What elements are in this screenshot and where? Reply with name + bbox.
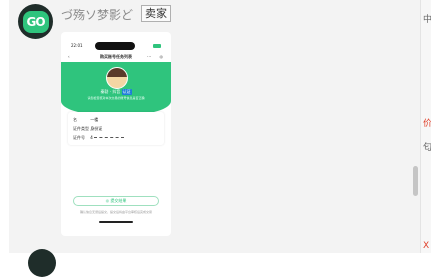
user-subtitle: 请您检查核对本次交易的账号信息是否正确 [87, 96, 145, 100]
message-image[interactable]: 22:01 ‹ 购买账号任务列表 ··· ◎ 秦勃 · 抖音 认证 请您检查核对… [61, 32, 171, 236]
right-panel-text: 匂 [423, 140, 431, 153]
user-avatar [106, 67, 128, 89]
sender-avatar[interactable]: GO [18, 4, 53, 39]
info-row: 证件类型 身份证 [73, 126, 159, 132]
avatar-logo-icon: GO [22, 10, 49, 33]
chat-area: GO づ殇ソ梦影ど 卖家 22:01 ‹ 购买账号任务列表 ··· ◎ 秦勃 ·… [9, 0, 420, 277]
avatar-hair [107, 68, 127, 77]
right-panel-text: X [423, 241, 430, 251]
info-card: 名 一楼 证件类型 身份证 证件号 4 [68, 112, 164, 145]
right-panel-text: 中 [423, 12, 431, 25]
next-message-avatar[interactable] [28, 249, 56, 277]
home-indicator [99, 221, 133, 223]
phone-nav-bar: ‹ 购买账号任务列表 ··· ◎ [61, 54, 171, 62]
sender-name: づ殇ソ梦影ど [61, 8, 134, 22]
info-label: 证件号 [73, 135, 85, 140]
status-time: 22:01 [71, 43, 83, 48]
info-row: 名 一楼 [73, 117, 159, 123]
info-value: 身份证 [90, 126, 103, 131]
submit-result-button: ◎ 提交结果 [73, 196, 159, 206]
submit-tip: 确认信息无误后提交，提交后将由平台审核后完成交易 [79, 210, 152, 214]
target-icon: ◎ [159, 54, 164, 59]
chat-scrollbar[interactable] [413, 166, 418, 196]
info-label: 名 [73, 117, 77, 122]
battery-icon [153, 44, 161, 48]
user-badge: 认证 [121, 89, 132, 95]
masked-id-number [94, 137, 125, 139]
phone-page-title: 购买账号任务列表 [100, 54, 132, 59]
sender-tag-badge: 卖家 [141, 5, 171, 22]
info-label: 证件类型 [73, 126, 89, 131]
phone-notch [95, 42, 135, 50]
right-side-panel: 中 价 匂 X [420, 0, 431, 253]
more-icon: ··· [147, 54, 151, 59]
user-name-row: 秦勃 · 抖音 认证 [61, 89, 171, 95]
info-row: 证件号 4 [73, 135, 159, 141]
right-panel-text: 价 [423, 116, 431, 129]
info-value: 一楼 [90, 117, 99, 122]
user-name: 秦勃 · 抖音 [100, 89, 121, 94]
info-value: 4 [90, 135, 93, 140]
phone-status-bar: 22:01 [61, 42, 171, 50]
